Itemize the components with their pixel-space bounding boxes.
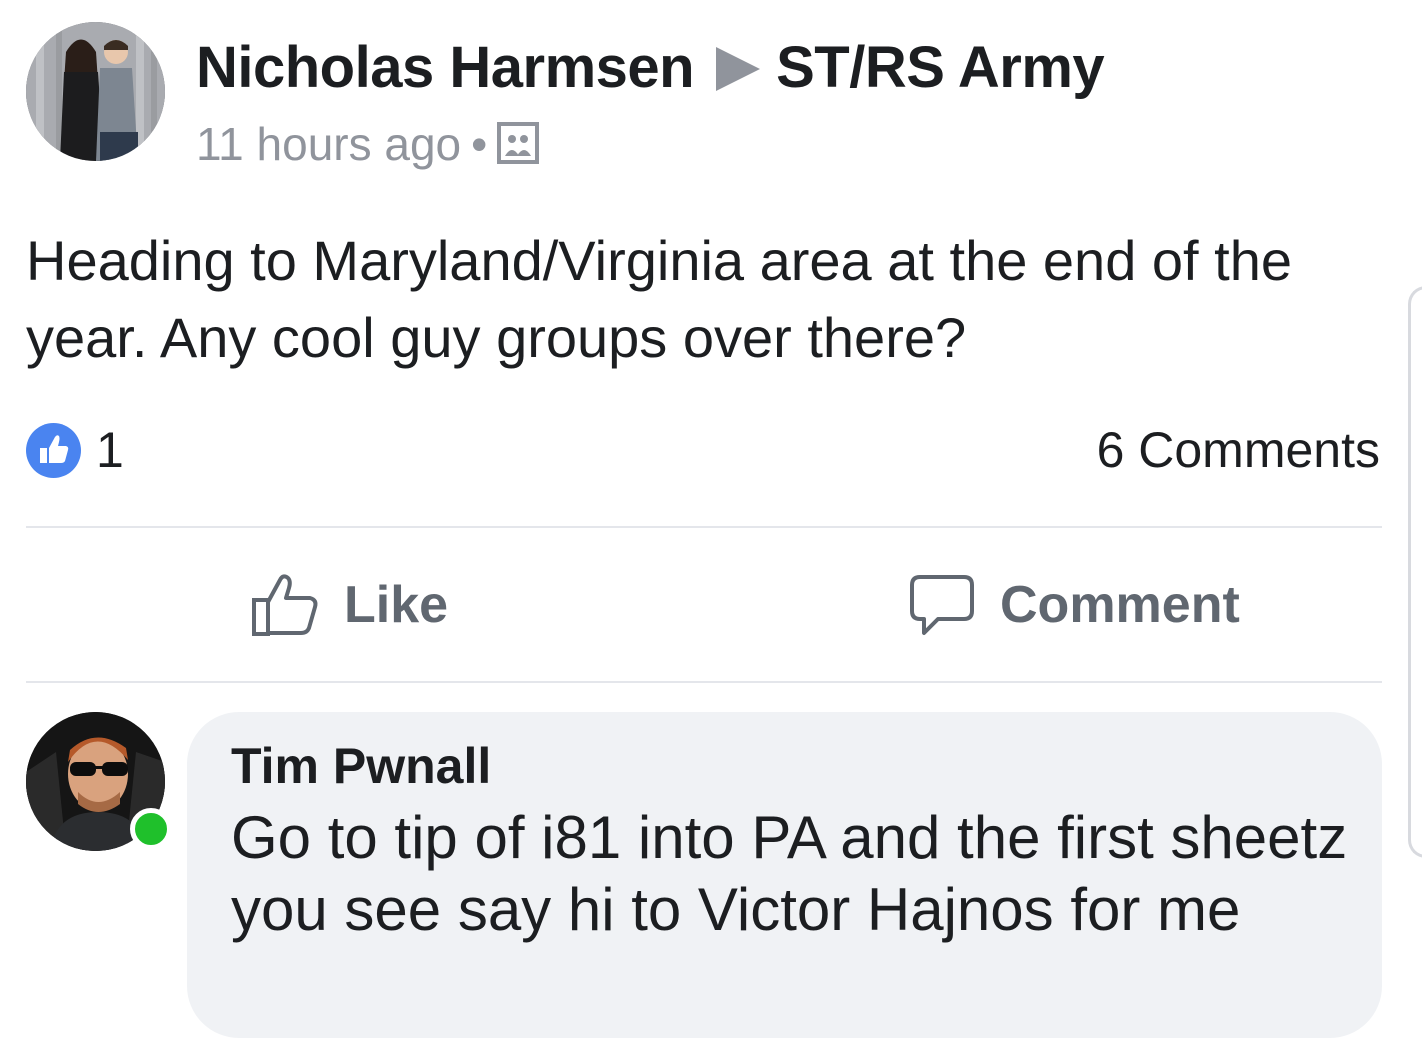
like-button[interactable]: Like	[250, 560, 448, 650]
like-count: 1	[96, 422, 124, 478]
post-text: Heading to Maryland/Virginia area at the…	[26, 229, 1293, 369]
reactions-summary[interactable]: 1 6 Comments	[26, 421, 1382, 479]
post-timestamp[interactable]: 11 hours ago	[196, 118, 461, 170]
scroll-edge	[1408, 286, 1422, 858]
comment-button[interactable]: Comment	[908, 560, 1240, 650]
author-avatar[interactable]	[26, 22, 165, 161]
divider	[26, 526, 1382, 528]
group-audience-icon	[497, 122, 540, 174]
arrow-right-icon	[716, 47, 761, 91]
comment-bubble: Tim Pwnall Go to tip of i81 into PA and …	[187, 712, 1382, 1038]
online-status-indicator	[130, 808, 172, 850]
divider	[26, 681, 1382, 683]
post-meta: 11 hours ago •	[196, 118, 1104, 174]
like-label: Like	[344, 576, 449, 634]
comment-bubble-icon	[908, 571, 976, 639]
header-text: Nicholas Harmsen ST/RS Army 11 hours ago •	[196, 35, 1105, 174]
comments-count[interactable]: 6 Comments	[1097, 421, 1380, 479]
author-line: Nicholas Harmsen ST/RS Army	[196, 35, 1105, 100]
thumbs-up-icon	[250, 570, 320, 640]
meta-separator: •	[471, 118, 488, 170]
commenter-name[interactable]: Tim Pwnall	[231, 736, 491, 796]
comment-text: Go to tip of i81 into PA and the first s…	[231, 804, 1348, 943]
comment-label: Comment	[1000, 576, 1240, 634]
like-reaction-icon	[26, 423, 81, 478]
post-header: Nicholas Harmsen ST/RS Army 11 hours ago •	[26, 22, 1386, 170]
author-name[interactable]: Nicholas Harmsen	[196, 35, 695, 100]
group-name[interactable]: ST/RS Army	[776, 35, 1105, 100]
